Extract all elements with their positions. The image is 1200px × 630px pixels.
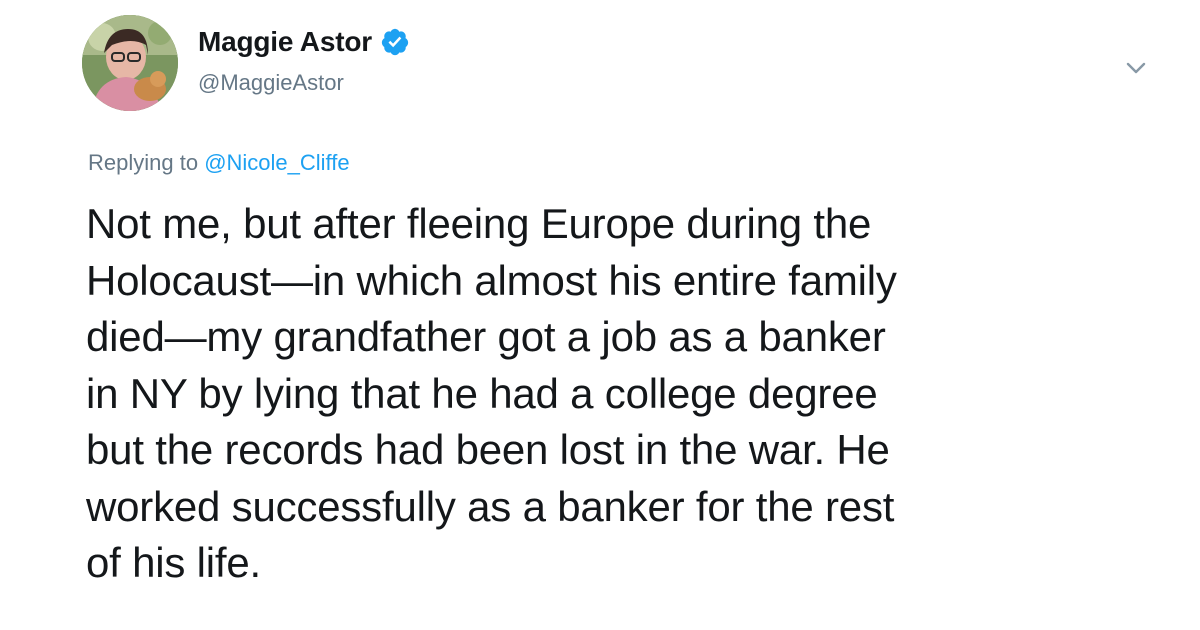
verified-badge-icon (380, 27, 410, 57)
author-name-row: Maggie Astor (198, 22, 410, 62)
chevron-down-icon[interactable] (1124, 56, 1148, 80)
author-avatar[interactable] (82, 15, 178, 111)
avatar-photo (82, 15, 178, 111)
tweet-card: Maggie Astor @MaggieAstor Replying to @N… (0, 0, 1200, 630)
replying-to-line: Replying to @Nicole_Cliffe (88, 150, 350, 176)
author-info: Maggie Astor @MaggieAstor (198, 22, 410, 96)
reply-mention-link[interactable]: @Nicole_Cliffe (204, 150, 349, 175)
tweet-text: Not me, but after fleeing Europe during … (86, 200, 897, 586)
replying-to-label: Replying to (88, 150, 205, 175)
author-display-name[interactable]: Maggie Astor (198, 26, 372, 58)
author-handle[interactable]: @MaggieAstor (198, 70, 410, 96)
